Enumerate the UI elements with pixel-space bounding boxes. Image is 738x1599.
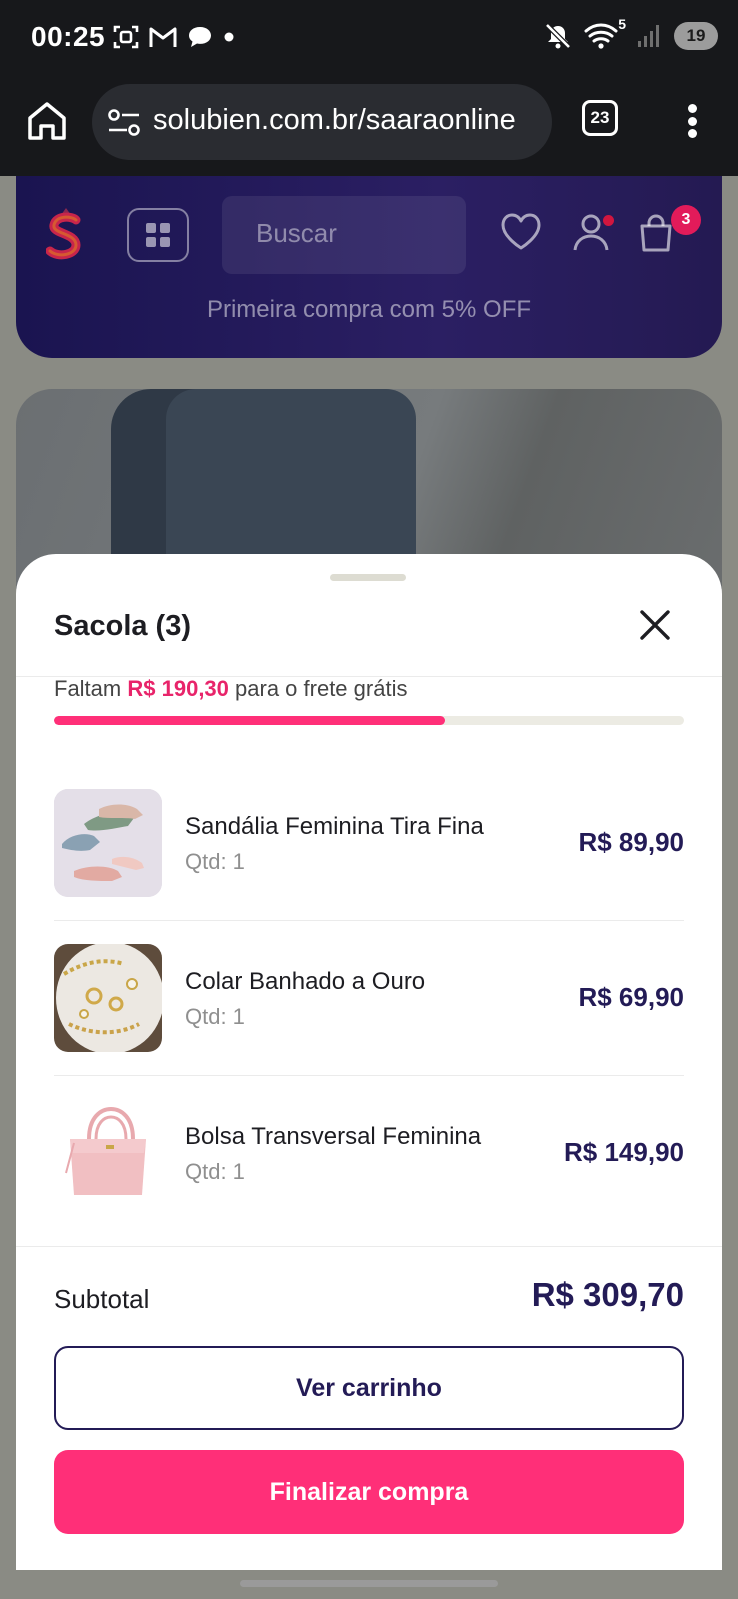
product-image-necklace[interactable] <box>54 944 162 1052</box>
item-name[interactable]: Colar Banhado a Ouro <box>185 968 425 996</box>
shipping-suffix: para o frete grátis <box>235 676 408 701</box>
item-name[interactable]: Bolsa Transversal Feminina <box>185 1123 481 1151</box>
item-price: R$ 89,90 <box>578 827 684 857</box>
product-image-handbag[interactable] <box>54 1099 162 1207</box>
url-text[interactable]: solubien.com.br/saaraonline <box>153 104 516 137</box>
cart-item[interactable]: Sandália Feminina Tira Fina Qtd: 1 R$ 89… <box>54 789 684 897</box>
status-time: 00:25 <box>31 21 106 52</box>
status-bar: 00:25 5 19 <box>0 0 738 76</box>
dot-icon <box>224 32 234 42</box>
subtotal-value: R$ 309,70 <box>531 1276 684 1313</box>
sheet-drag-handle[interactable] <box>330 574 406 581</box>
gmail-icon <box>149 27 177 47</box>
item-name[interactable]: Sandália Feminina Tira Fina <box>185 813 484 841</box>
item-qty: Qtd: 1 <box>185 1159 245 1184</box>
browser-toolbar: solubien.com.br/saaraonline 23 <box>0 76 738 176</box>
promo-text: Primeira compra com 5% OFF <box>206 296 532 323</box>
item-price: R$ 69,90 <box>578 982 684 1012</box>
free-shipping-progress <box>54 716 684 725</box>
item-qty: Qtd: 1 <box>185 849 245 874</box>
shipping-prefix: Faltam <box>54 676 122 701</box>
sheet-title: Sacola (3) <box>54 610 191 642</box>
item-qty: Qtd: 1 <box>185 1004 245 1029</box>
view-cart-button[interactable]: Ver carrinho <box>54 1346 684 1430</box>
checkout-button[interactable]: Finalizar compra <box>54 1450 684 1534</box>
gesture-nav-handle[interactable] <box>240 1580 498 1587</box>
close-icon[interactable] <box>638 608 672 642</box>
summary-divider <box>16 1246 722 1247</box>
status-left-icons <box>113 24 235 50</box>
site-header: Buscar 3 Primeira compra com 5% OFF <box>16 176 722 358</box>
tab-switcher-button[interactable]: 23 <box>582 100 618 136</box>
grid-icon <box>146 223 170 247</box>
store-logo[interactable] <box>46 206 86 264</box>
wifi-label: 5 <box>618 16 626 32</box>
chat-icon <box>189 27 211 47</box>
free-shipping-progress-fill <box>54 716 445 725</box>
site-settings-icon[interactable] <box>107 108 141 138</box>
url-bar[interactable]: solubien.com.br/saaraonline <box>92 84 552 160</box>
mute-icon <box>545 23 571 49</box>
status-right-icons: 5 19 <box>544 16 718 50</box>
home-icon[interactable] <box>24 98 70 144</box>
shipping-remaining-amount: R$ 190,30 <box>127 676 229 701</box>
product-image-sandal[interactable] <box>54 789 162 897</box>
search-input[interactable]: Buscar <box>222 196 466 274</box>
battery-indicator: 19 <box>674 22 718 50</box>
browser-menu-button[interactable] <box>680 98 704 144</box>
heart-icon[interactable] <box>499 210 543 254</box>
signal-icon <box>638 25 659 47</box>
subtotal-label: Subtotal <box>54 1284 150 1314</box>
screenshot-icon <box>113 25 139 49</box>
wifi-icon: 5 <box>584 16 626 50</box>
item-divider <box>54 920 684 921</box>
cart-sheet: Sacola (3) Faltam R$ 190,30 para o frete… <box>16 554 722 1570</box>
item-price: R$ 149,90 <box>564 1137 684 1167</box>
cart-item[interactable]: Colar Banhado a Ouro Qtd: 1 R$ 69,90 <box>54 944 684 1052</box>
item-divider <box>54 1075 684 1076</box>
user-notification-dot <box>603 215 614 226</box>
cart-count-badge: 3 <box>671 205 701 235</box>
cart-item[interactable]: Bolsa Transversal Feminina Qtd: 1 R$ 149… <box>54 1099 684 1207</box>
free-shipping-message: Faltam R$ 190,30 para o frete grátis <box>54 676 407 702</box>
categories-button[interactable] <box>127 208 189 262</box>
